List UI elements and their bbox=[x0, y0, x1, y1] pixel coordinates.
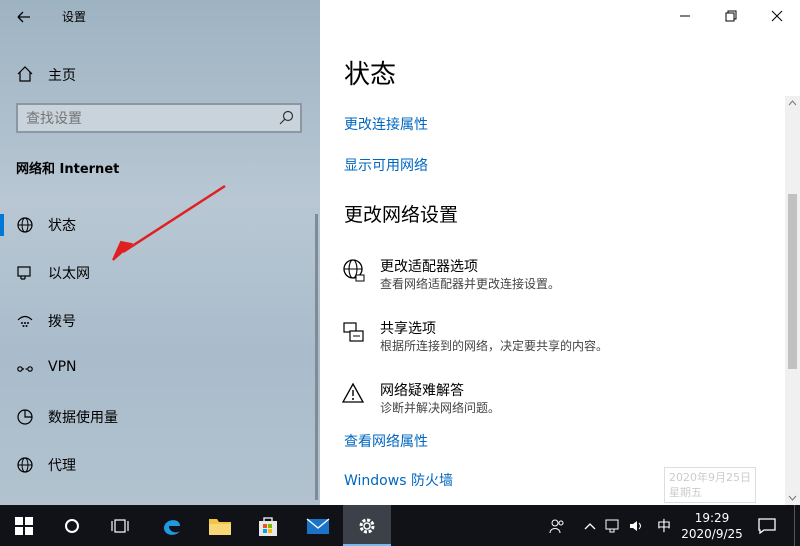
sidebar-item-vpn[interactable]: VPN bbox=[0, 348, 316, 388]
window-title: 设置 bbox=[62, 10, 87, 24]
sidebar-item-label: VPN bbox=[48, 359, 77, 375]
change-adapter-options[interactable]: 更改适配器选项 查看网络适配器并更改连接设置。 bbox=[340, 252, 780, 296]
ethernet-icon bbox=[17, 266, 31, 280]
date-watermark: 2020年9月25日 星期五 bbox=[664, 467, 756, 503]
folder-icon bbox=[209, 518, 231, 535]
speaker-icon bbox=[630, 520, 641, 531]
active-marker bbox=[0, 214, 4, 236]
clock[interactable]: 19:29 2020/9/25 bbox=[680, 505, 744, 546]
windows-firewall-link[interactable]: Windows 防火墙 bbox=[344, 470, 453, 490]
sidebar-item-label: 代理 bbox=[48, 458, 76, 474]
show-available-networks-link[interactable]: 显示可用网络 bbox=[344, 155, 428, 175]
sidebar-item-label: 状态 bbox=[48, 218, 76, 234]
sidebar-item-label: 拨号 bbox=[48, 314, 76, 330]
vpn-icon bbox=[17, 366, 33, 372]
watermark-weekday: 星期五 bbox=[669, 486, 702, 499]
sharing-options[interactable]: 共享选项 根据所连接到的网络，决定要共享的内容。 bbox=[340, 314, 780, 358]
chevron-up-icon bbox=[584, 522, 596, 529]
search-input[interactable] bbox=[24, 108, 268, 130]
search-icon[interactable] bbox=[278, 110, 294, 126]
minimize-button[interactable] bbox=[662, 0, 708, 32]
home-icon bbox=[17, 66, 33, 82]
setting-description: 查看网络适配器并更改连接设置。 bbox=[380, 277, 561, 291]
change-connection-properties-link[interactable]: 更改连接属性 bbox=[344, 114, 428, 134]
data-usage-icon bbox=[17, 409, 33, 425]
windows-logo-icon bbox=[15, 516, 33, 535]
cortana-icon bbox=[65, 518, 79, 533]
sidebar-item-dialup[interactable]: 拨号 bbox=[0, 300, 316, 340]
sharing-icon bbox=[343, 322, 364, 342]
edge-taskbar-button[interactable] bbox=[148, 505, 196, 546]
ime-button[interactable]: 中 bbox=[652, 505, 676, 546]
sidebar-item-label: 以太网 bbox=[48, 266, 90, 282]
scrollbar-thumb[interactable] bbox=[788, 194, 797, 369]
sidebar-item-proxy[interactable]: 代理 bbox=[0, 444, 316, 484]
sidebar: 设置 主页 网络和 Internet 状态 以太网 bbox=[0, 0, 320, 505]
people-icon bbox=[549, 519, 564, 533]
clock-date: 2020/9/25 bbox=[681, 526, 743, 541]
setting-title: 共享选项 bbox=[380, 321, 436, 337]
settings-taskbar-button[interactable] bbox=[343, 505, 391, 546]
home-nav-item[interactable]: 主页 bbox=[0, 58, 316, 90]
restore-icon bbox=[725, 10, 737, 22]
task-view-icon bbox=[111, 518, 129, 533]
setting-description: 诊断并解决网络问题。 bbox=[380, 401, 501, 415]
setting-title: 更改适配器选项 bbox=[380, 259, 478, 275]
setting-title: 网络疑难解答 bbox=[380, 383, 464, 399]
scroll-down-icon[interactable] bbox=[785, 490, 800, 505]
network-troubleshooter[interactable]: 网络疑难解答 诊断并解决网络问题。 bbox=[340, 376, 780, 420]
close-button[interactable] bbox=[754, 0, 800, 32]
search-box[interactable] bbox=[16, 103, 302, 133]
warning-icon bbox=[342, 382, 365, 403]
sidebar-item-data-usage[interactable]: 数据使用量 bbox=[0, 396, 316, 436]
dialup-icon bbox=[17, 315, 33, 327]
watermark-date: 2020年9月25日 bbox=[669, 471, 751, 484]
volume-tray-button[interactable] bbox=[626, 505, 648, 546]
globe-icon bbox=[17, 457, 33, 473]
action-center-button[interactable] bbox=[752, 505, 782, 546]
globe-icon bbox=[17, 217, 33, 233]
taskbar: 中 19:29 2020/9/25 bbox=[0, 505, 800, 546]
task-view-button[interactable] bbox=[96, 505, 144, 546]
restore-button[interactable] bbox=[708, 0, 754, 32]
back-arrow-icon bbox=[17, 11, 30, 23]
start-button[interactable] bbox=[0, 505, 48, 546]
view-network-properties-link[interactable]: 查看网络属性 bbox=[344, 431, 428, 451]
network-icon bbox=[605, 519, 619, 532]
edge-icon bbox=[164, 519, 180, 535]
section-title: 网络和 Internet bbox=[16, 162, 120, 177]
back-button[interactable] bbox=[8, 4, 38, 30]
network-tray-button[interactable] bbox=[602, 505, 624, 546]
store-taskbar-button[interactable] bbox=[244, 505, 292, 546]
clock-time: 19:29 bbox=[694, 510, 730, 525]
notification-icon bbox=[758, 517, 776, 534]
scroll-up-icon[interactable] bbox=[785, 96, 800, 111]
store-icon bbox=[259, 516, 277, 536]
annotation-arrow bbox=[112, 184, 226, 261]
mail-icon bbox=[306, 517, 330, 534]
main-scrollbar[interactable] bbox=[785, 96, 800, 505]
search-taskbar-button[interactable] bbox=[48, 505, 96, 546]
people-button[interactable] bbox=[542, 505, 572, 546]
page-title: 状态 bbox=[344, 60, 397, 90]
close-icon bbox=[771, 10, 783, 22]
minimize-icon bbox=[680, 15, 690, 17]
section-heading: 更改网络设置 bbox=[344, 204, 459, 226]
show-hidden-icons-button[interactable] bbox=[580, 505, 600, 546]
file-explorer-taskbar-button[interactable] bbox=[196, 505, 244, 546]
gear-icon bbox=[359, 518, 375, 533]
mail-taskbar-button[interactable] bbox=[294, 505, 342, 546]
globe-icon bbox=[343, 259, 365, 282]
show-desktop-button[interactable] bbox=[794, 505, 800, 546]
main-panel: 状态 更改连接属性 显示可用网络 更改网络设置 更改适配器选项 查看网络适配器并… bbox=[320, 0, 800, 505]
home-label: 主页 bbox=[48, 68, 76, 84]
sidebar-item-label: 数据使用量 bbox=[48, 410, 118, 426]
sidebar-scrollbar[interactable] bbox=[315, 214, 318, 500]
setting-description: 根据所连接到的网络，决定要共享的内容。 bbox=[380, 339, 609, 353]
